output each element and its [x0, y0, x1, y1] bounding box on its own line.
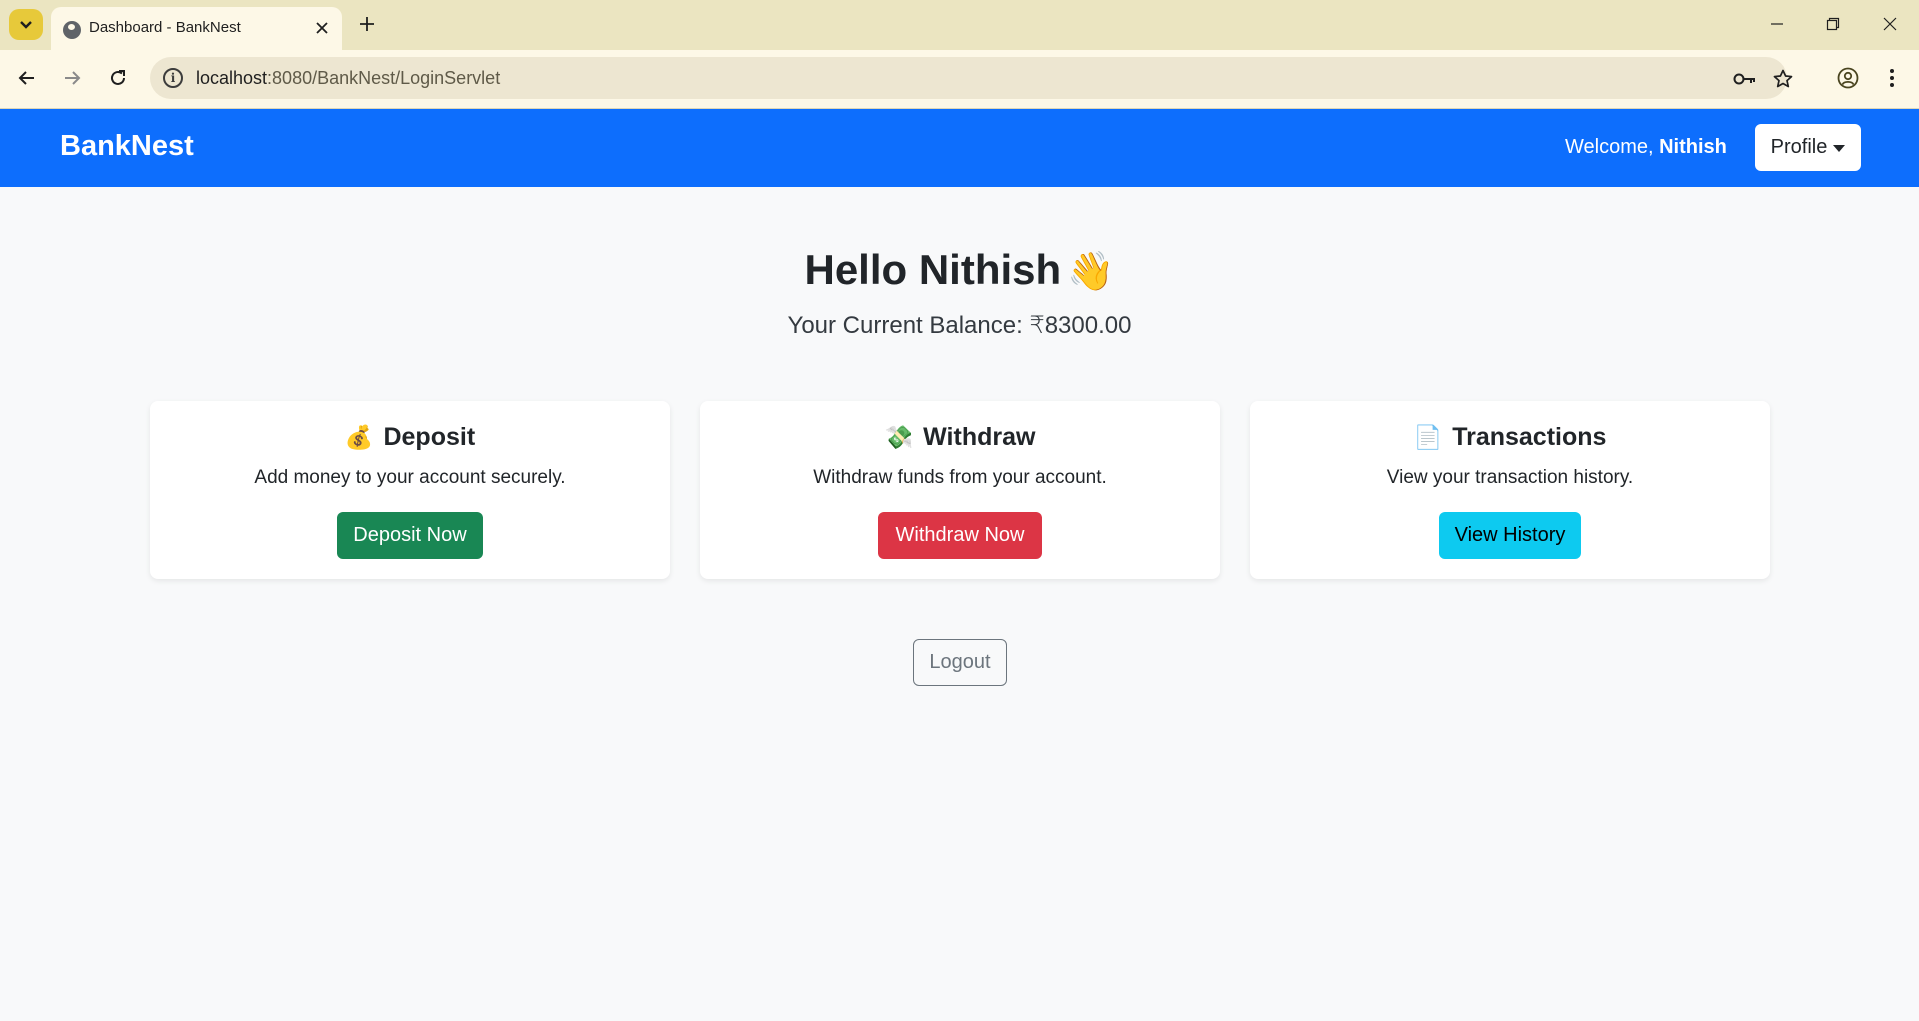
profile-label: Profile: [1770, 136, 1828, 158]
more-icon[interactable]: [1876, 62, 1908, 94]
star-icon[interactable]: [1770, 66, 1796, 92]
user-name: Nithish: [1659, 136, 1727, 158]
withdraw-card: 💸 Withdraw Withdraw funds from your accou…: [700, 401, 1220, 579]
close-window-icon[interactable]: [1870, 8, 1910, 40]
app-navbar: BankNest Welcome, Nithish Profile: [0, 109, 1919, 187]
plus-icon[interactable]: [353, 10, 381, 38]
money-with-wings-icon: 💸: [884, 424, 914, 450]
card-title: 📄 Transactions: [1413, 423, 1607, 451]
greeting-heading: Hello Nithish 👋: [804, 246, 1115, 293]
money-bag-icon: 💰: [344, 424, 374, 450]
waving-hand-icon: 👋: [1067, 251, 1115, 293]
transactions-card: 📄 Transactions View your transaction hist…: [1250, 401, 1770, 579]
deposit-card: 💰 Deposit Add money to your account secur…: [150, 401, 670, 579]
card-title: 💰 Deposit: [344, 423, 476, 451]
restore-icon[interactable]: [1813, 8, 1853, 40]
key-icon[interactable]: [1732, 66, 1758, 92]
globe-icon: [63, 21, 81, 39]
card-title: 💸 Withdraw: [884, 423, 1036, 451]
welcome-text: Welcome, Nithish: [1565, 136, 1727, 158]
info-icon[interactable]: i: [163, 68, 183, 88]
reload-icon[interactable]: [102, 62, 134, 94]
forward-arrow-icon[interactable]: [56, 62, 88, 94]
logout-button[interactable]: Logout: [913, 639, 1007, 686]
url-text[interactable]: localhost:8080/BankNest/LoginServlet: [196, 68, 500, 89]
close-icon[interactable]: [310, 16, 334, 40]
tab-search-icon[interactable]: [9, 9, 43, 40]
deposit-now-button[interactable]: Deposit Now: [337, 512, 483, 559]
address-bar[interactable]: i localhost:8080/BankNest/LoginServlet: [150, 57, 1793, 99]
view-history-button[interactable]: View History: [1439, 512, 1581, 559]
minimize-icon[interactable]: [1757, 8, 1797, 40]
card-description: View your transaction history.: [1386, 467, 1634, 488]
back-arrow-icon[interactable]: [11, 62, 43, 94]
card-description: Withdraw funds from your account.: [813, 467, 1107, 488]
tab-title: Dashboard - BankNest: [89, 19, 241, 36]
browser-toolbar: i localhost:8080/BankNest/LoginServlet: [0, 50, 1919, 109]
withdraw-now-button[interactable]: Withdraw Now: [878, 512, 1042, 559]
document-icon: 📄: [1413, 424, 1443, 450]
caret-down-icon: [1833, 145, 1846, 152]
profile-dropdown-button[interactable]: Profile: [1755, 124, 1861, 171]
brand-logo[interactable]: BankNest: [60, 130, 194, 163]
browser-tab-strip: Dashboard - BankNest: [0, 0, 1919, 50]
current-balance: Your Current Balance: ₹8300.00: [787, 312, 1132, 339]
profile-icon[interactable]: [1832, 62, 1864, 94]
card-description: Add money to your account securely.: [254, 467, 566, 488]
browser-tab-active[interactable]: Dashboard - BankNest: [51, 7, 342, 50]
